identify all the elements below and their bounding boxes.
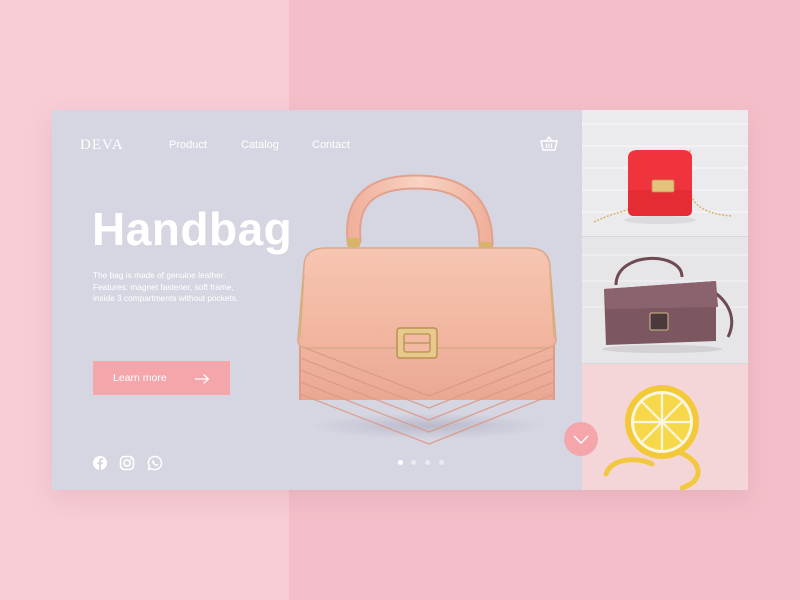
- cart-icon[interactable]: [540, 136, 558, 152]
- nav-item-contact[interactable]: Contact: [312, 139, 350, 151]
- nav-item-catalog[interactable]: Catalog: [241, 139, 279, 151]
- gallery-item-red-bag[interactable]: [582, 110, 748, 236]
- product-gallery: [582, 110, 748, 490]
- gallery-item-plum-bag[interactable]: [582, 237, 748, 363]
- page-title: Handbag: [92, 203, 293, 255]
- logo[interactable]: DEVA: [80, 137, 124, 154]
- nav-item-product[interactable]: Product: [169, 139, 207, 151]
- instagram-icon[interactable]: [119, 455, 135, 471]
- slider-dot[interactable]: [398, 460, 403, 465]
- learn-more-label: Learn more: [113, 372, 167, 384]
- description-line: Features: magnet fastener, soft frame,: [93, 281, 234, 292]
- hero-handbag-image: [292, 170, 562, 457]
- hero-section: DEVA Product Catalog Contact Handbag The…: [52, 110, 582, 490]
- arrow-right-icon: [195, 372, 210, 390]
- gallery-item-lemon-bag[interactable]: [582, 364, 748, 490]
- product-description: The bag is made of genuine leather. Feat…: [93, 270, 293, 305]
- description-line: The bag is made of genuine leather.: [93, 270, 226, 280]
- description-line: inside 3 compartments without pockets.: [93, 293, 239, 303]
- slider-dot[interactable]: [411, 460, 416, 465]
- scroll-down-button[interactable]: [564, 422, 598, 456]
- landing-card: DEVA Product Catalog Contact Handbag The…: [52, 110, 748, 490]
- learn-more-button[interactable]: Learn more: [93, 361, 230, 395]
- slider-dot[interactable]: [425, 460, 430, 465]
- slider-dot[interactable]: [439, 460, 444, 465]
- whatsapp-icon[interactable]: [147, 455, 163, 471]
- facebook-icon[interactable]: [92, 455, 108, 471]
